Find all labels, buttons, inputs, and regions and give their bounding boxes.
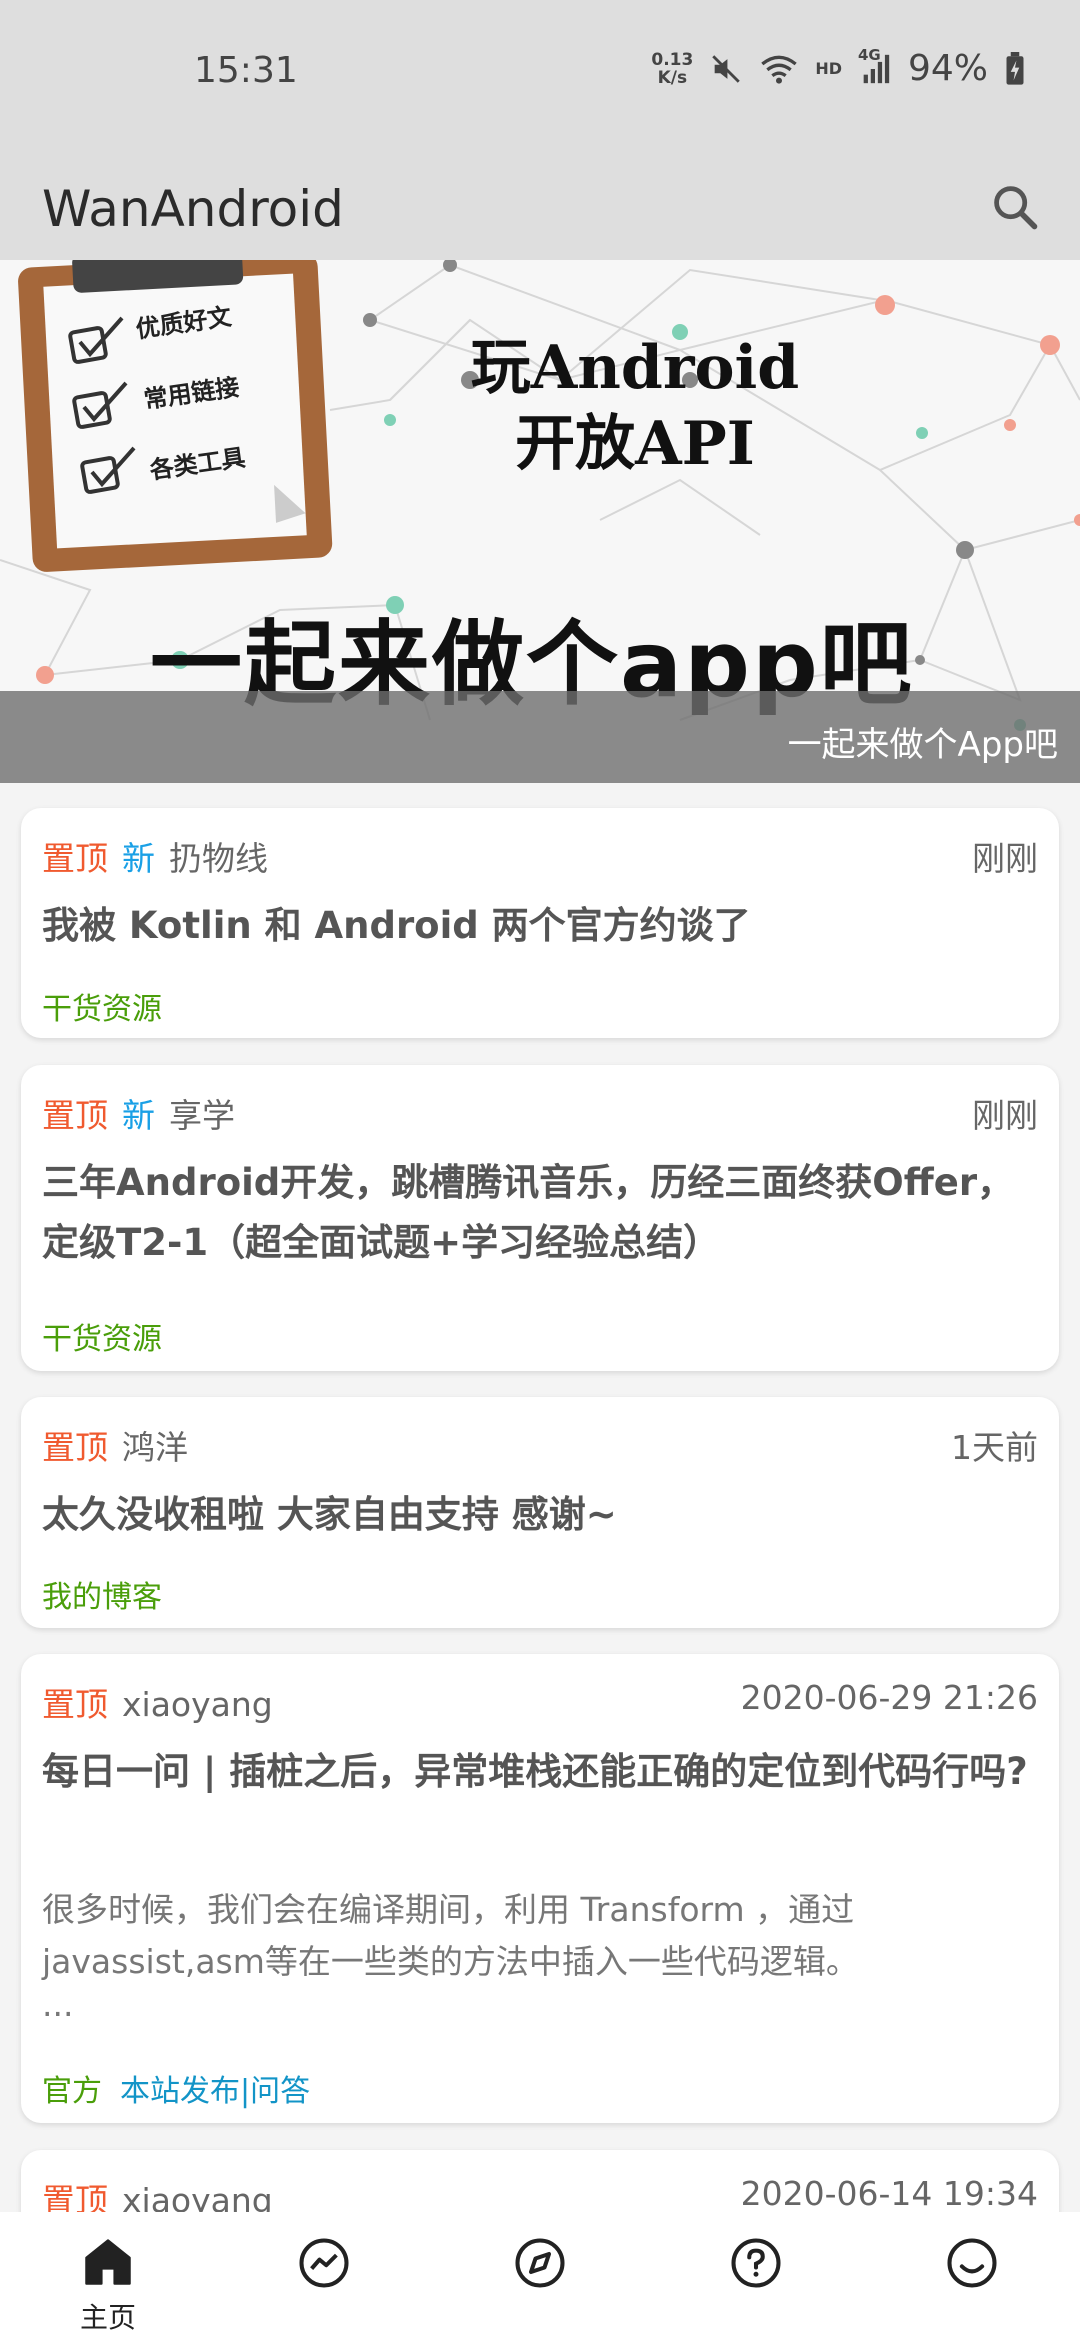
banner-headline-line2: 开放API	[515, 409, 755, 479]
article-description-ellipsis: ...	[42, 1985, 74, 2024]
chapter-tag[interactable]: 干货资源	[42, 992, 162, 1027]
article-card[interactable]: 置顶 鸿洋 1天前 太久没收租啦 大家自由支持 感谢~ 我的博客	[21, 1397, 1059, 1628]
app-bar: WanAndroid	[0, 150, 1080, 260]
battery-charging-icon	[1006, 51, 1024, 85]
article-title: 我被 Kotlin 和 Android 两个官方约谈了	[42, 904, 751, 947]
nav-label: 主页	[79, 2301, 136, 2334]
home-icon	[85, 2239, 131, 2285]
new-tag: 新	[122, 839, 155, 878]
nav-item-qa[interactable]	[706, 2236, 806, 2294]
mute-icon	[712, 54, 741, 83]
article-meta: 置顶 鸿洋	[42, 1421, 188, 1469]
article-time: 2020-06-29 21:26	[740, 1678, 1038, 1717]
article-title: 三年Android开发，跳槽腾讯音乐，历经三面终获Offer，定级T2-1（超全…	[42, 1161, 1015, 1264]
status-bar: 15:31 0.13 K/s HD 4G 94%	[0, 0, 1080, 150]
article-author[interactable]: 鸿洋	[122, 1428, 188, 1467]
pinned-tag: 置顶	[42, 1096, 108, 1135]
smile-icon	[947, 2238, 997, 2288]
hd-indicator: HD	[815, 59, 842, 78]
article-time: 刚刚	[972, 1096, 1038, 1135]
network-speed: 0.13 K/s	[651, 51, 693, 87]
article-author[interactable]: 享学	[169, 1096, 235, 1135]
network-speed-unit: K/s	[657, 67, 688, 88]
pinned-tag: 置顶	[42, 1685, 108, 1724]
pinned-tag: 置顶	[42, 1428, 108, 1467]
clipboard-items: 优质好文 常用链接 各类工具	[134, 300, 275, 484]
chapter-tag[interactable]: 干货资源	[42, 1322, 162, 1357]
status-icons: 0.13 K/s HD 4G 94%	[651, 46, 1026, 89]
nav-item-home[interactable]: 主页	[58, 2236, 158, 2336]
article-title: 太久没收租啦 大家自由支持 感谢~	[42, 1493, 617, 1536]
network-speed-value: 0.13	[651, 49, 694, 70]
article-chapter: 干货资源	[42, 1314, 162, 1358]
search-icon	[994, 186, 1038, 230]
article-card[interactable]: 置顶新扔物线 刚刚 我被 Kotlin 和 Android 两个官方约谈了 干货…	[21, 808, 1059, 1038]
article-chapter: 我的博客	[42, 1572, 162, 1616]
bottom-navigation: 主页	[0, 2212, 1080, 2340]
nav-item-mine[interactable]	[922, 2236, 1022, 2294]
new-tag: 新	[122, 1096, 155, 1135]
banner-headline-line1: 玩Android	[470, 333, 800, 403]
search-button[interactable]	[980, 172, 1050, 242]
article-meta: 置顶 xiaoyang	[42, 1678, 273, 1726]
article-time: 1天前	[951, 1428, 1038, 1467]
banner-headline: 玩Android 开放API	[470, 330, 800, 482]
article-card[interactable]: 置顶 xiaoyang 2020-06-29 21:26 每日一问 | 插桩之后，…	[21, 1654, 1059, 2123]
nav-item-trending[interactable]	[274, 2236, 374, 2294]
banner-caption: 一起来做个App吧	[787, 725, 1058, 765]
article-description: 很多时候，我们会在编译期间，利用 Transform ，通过javassist,…	[42, 1890, 859, 1981]
signal-icon: 4G	[858, 46, 892, 86]
app-title: WanAndroid	[42, 180, 344, 238]
compass-icon	[515, 2238, 565, 2288]
article-meta: 置顶新扔物线	[42, 832, 268, 880]
article-meta: 置顶新享学	[42, 1089, 235, 1137]
status-time: 15:31	[194, 50, 298, 91]
pinned-tag: 置顶	[42, 839, 108, 878]
banner-carousel[interactable]: 优质好文 常用链接 各类工具 玩Android 开放API 一起来做个app吧 …	[0, 260, 1080, 783]
chapter-tag[interactable]: 官方	[42, 2074, 102, 2109]
article-author[interactable]: 扔物线	[169, 839, 268, 878]
article-time: 刚刚	[972, 839, 1038, 878]
chapter-tag[interactable]: 我的博客	[42, 1580, 162, 1615]
article-time: 2020-06-14 19:34	[740, 2174, 1038, 2213]
article-chapter: 干货资源	[42, 984, 162, 1028]
article-chapter: 官方 本站发布|问答	[42, 2066, 310, 2110]
trending-icon	[299, 2238, 349, 2288]
battery-percent: 94%	[907, 48, 988, 89]
article-card[interactable]: 置顶新享学 刚刚 三年Android开发，跳槽腾讯音乐，历经三面终获Offer，…	[21, 1065, 1059, 1371]
banner-caption-bar: 一起来做个App吧	[0, 691, 1080, 783]
nav-item-discover[interactable]	[490, 2236, 590, 2294]
wifi-icon	[761, 55, 798, 84]
article-title: 每日一问 | 插桩之后，异常堆栈还能正确的定位到代码行吗?	[42, 1750, 1028, 1793]
question-icon	[731, 2238, 781, 2288]
clipboard-item: 常用链接	[142, 372, 242, 415]
article-author[interactable]: xiaoyang	[122, 1685, 273, 1724]
chapter-link[interactable]: 本站发布|问答	[120, 2074, 310, 2109]
